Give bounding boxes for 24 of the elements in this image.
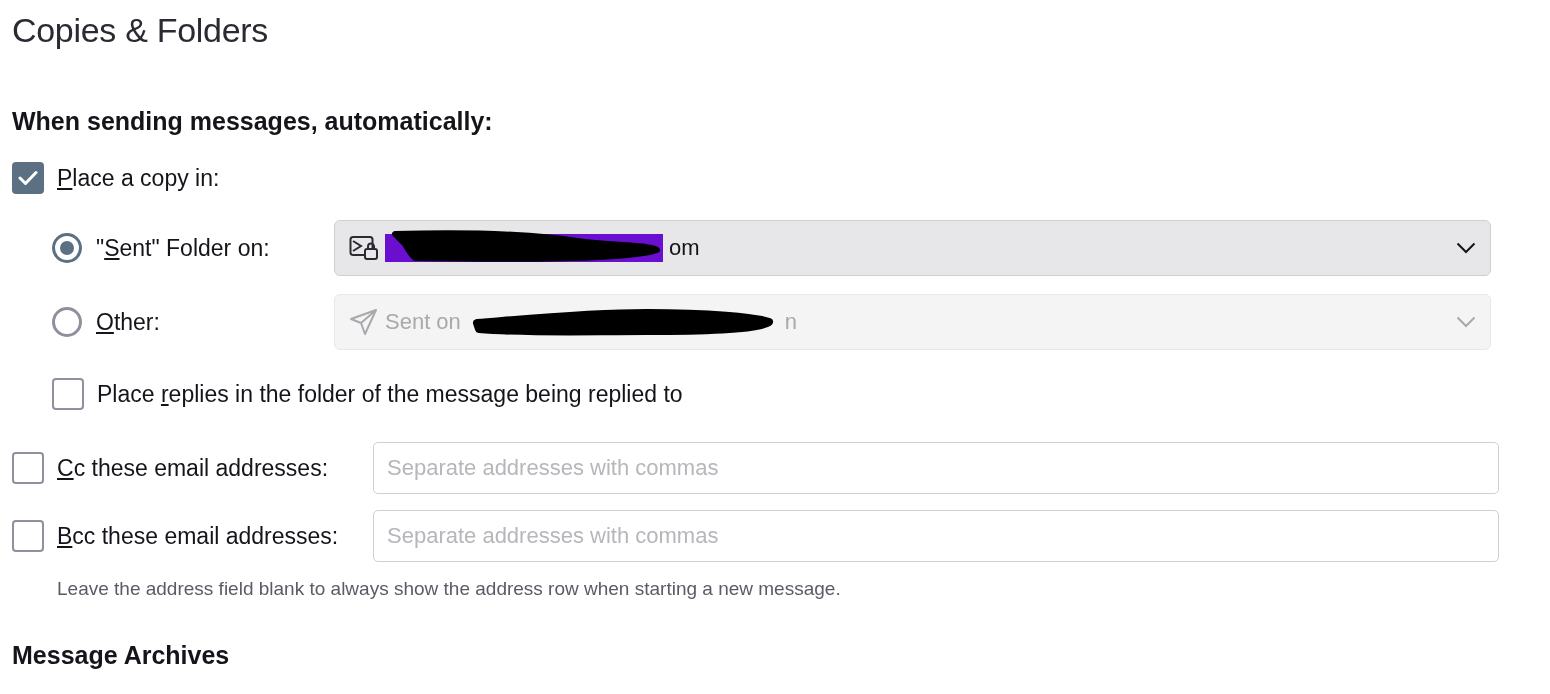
folder-dropdown[interactable]: om: [334, 220, 1491, 276]
checkmark-icon: [18, 170, 38, 186]
checkbox-label[interactable]: Place a copy in:: [57, 164, 220, 192]
checkbox-label[interactable]: Bcc these email addresses:: [57, 522, 365, 550]
checkbox[interactable]: [12, 162, 44, 194]
checkbox-label[interactable]: Cc these email addresses:: [57, 454, 365, 482]
radio-button[interactable]: [52, 307, 82, 337]
address-field[interactable]: Separate addresses with commas: [373, 442, 1499, 494]
checkbox[interactable]: [52, 378, 84, 410]
radio-button[interactable]: [52, 233, 82, 263]
checkbox-label[interactable]: Place replies in the folder of the message being replied to: [97, 380, 683, 408]
chevron-down-icon: [1456, 242, 1476, 254]
radio-label[interactable]: Other:: [96, 308, 320, 336]
mail-lock-icon: [349, 235, 379, 261]
chevron-down-icon: [1456, 316, 1476, 328]
page-title: Copies & Folders: [12, 10, 269, 51]
radio-label[interactable]: "Sent" Folder on:: [96, 234, 320, 262]
checkbox[interactable]: [12, 520, 44, 552]
section-heading: Message Archives: [12, 640, 231, 671]
section-heading: When sending messages, automatically:: [12, 106, 494, 137]
paper-plane-icon: [349, 308, 379, 336]
checkbox[interactable]: [12, 452, 44, 484]
address-field[interactable]: Separate addresses with commas: [373, 510, 1499, 562]
help-text: Leave the address field blank to always show the address row when starting a new message.: [57, 577, 842, 601]
